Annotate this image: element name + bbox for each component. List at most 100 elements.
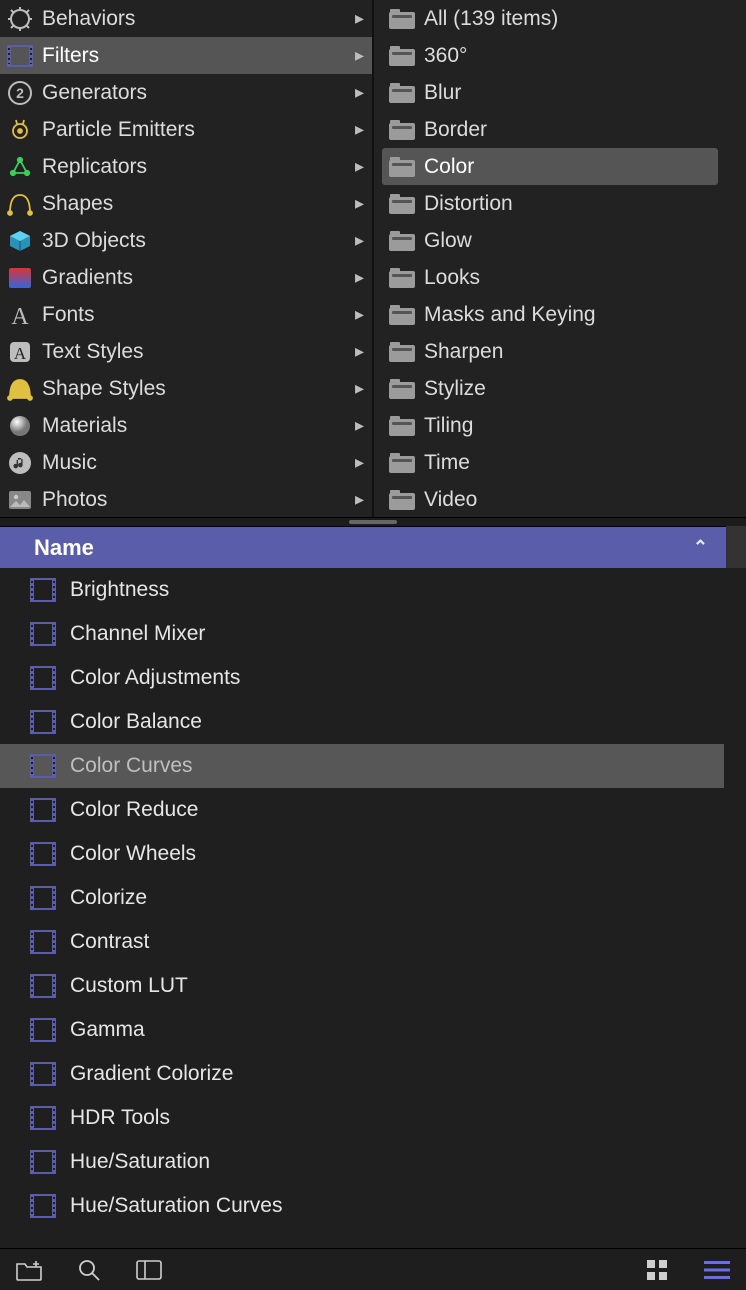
- folder-icon: [386, 449, 418, 477]
- category-label: 3D Objects: [42, 229, 351, 253]
- subcategory-label: Looks: [424, 266, 710, 290]
- category-shapes[interactable]: Shapes▸: [0, 185, 372, 222]
- category-label: Fonts: [42, 303, 351, 327]
- folder-icon: [386, 79, 418, 107]
- materials-icon: [4, 412, 36, 440]
- item-label: Color Curves: [70, 754, 193, 778]
- folder-icon: [386, 42, 418, 70]
- new-folder-button[interactable]: [14, 1255, 44, 1285]
- category-fonts[interactable]: AFonts▸: [0, 296, 372, 333]
- chevron-right-icon: ▸: [355, 119, 364, 140]
- folder-icon: [386, 116, 418, 144]
- category-particle-emitters[interactable]: Particle Emitters▸: [0, 111, 372, 148]
- filters-icon: [4, 42, 36, 70]
- item-hue-saturation[interactable]: Hue/Saturation: [0, 1140, 724, 1184]
- item-gradient-colorize[interactable]: Gradient Colorize: [0, 1052, 724, 1096]
- item-label: HDR Tools: [70, 1106, 170, 1130]
- category-music[interactable]: Music▸: [0, 444, 372, 481]
- 3d-objects-icon: [4, 227, 36, 255]
- chevron-right-icon: ▸: [355, 304, 364, 325]
- subcategory-label: Masks and Keying: [424, 303, 710, 327]
- list-column-header[interactable]: Name ⌃: [0, 526, 726, 568]
- subcategory-masks-keying[interactable]: Masks and Keying: [382, 296, 718, 333]
- grid-view-button[interactable]: [642, 1255, 672, 1285]
- category-label: Text Styles: [42, 340, 351, 364]
- subcategory-label: Sharpen: [424, 340, 710, 364]
- subcategory-distortion[interactable]: Distortion: [382, 185, 718, 222]
- item-color-balance[interactable]: Color Balance: [0, 700, 724, 744]
- category-gradients[interactable]: Gradients▸: [0, 259, 372, 296]
- subcategory-stylize[interactable]: Stylize: [382, 370, 718, 407]
- folder-icon: [386, 190, 418, 218]
- pane-resize-handle[interactable]: [0, 518, 746, 526]
- scrollbar-gutter: [726, 526, 746, 568]
- item-contrast[interactable]: Contrast: [0, 920, 724, 964]
- item-label: Hue/Saturation: [70, 1150, 210, 1174]
- filter-icon: [30, 974, 56, 998]
- item-label: Colorize: [70, 886, 147, 910]
- subcategory-looks[interactable]: Looks: [382, 259, 718, 296]
- category-photos[interactable]: Photos▸: [0, 481, 372, 517]
- subcategory-border[interactable]: Border: [382, 111, 718, 148]
- chevron-right-icon: ▸: [355, 452, 364, 473]
- category-label: Shapes: [42, 192, 351, 216]
- folder-icon: [386, 301, 418, 329]
- item-hue-saturation-curves[interactable]: Hue/Saturation Curves: [0, 1184, 724, 1228]
- category-materials[interactable]: Materials▸: [0, 407, 372, 444]
- replicators-icon: [4, 153, 36, 181]
- subcategory-sharpen[interactable]: Sharpen: [382, 333, 718, 370]
- item-channel-mixer[interactable]: Channel Mixer: [0, 612, 724, 656]
- list-view-button[interactable]: [702, 1255, 732, 1285]
- filter-icon: [30, 754, 56, 778]
- item-brightness[interactable]: Brightness: [0, 568, 724, 612]
- item-label: Channel Mixer: [70, 622, 205, 646]
- search-button[interactable]: [74, 1255, 104, 1285]
- item-gamma[interactable]: Gamma: [0, 1008, 724, 1052]
- subcategory-all[interactable]: All (139 items): [382, 0, 718, 37]
- panel-toggle-button[interactable]: [134, 1255, 164, 1285]
- filter-icon: [30, 710, 56, 734]
- item-label: Gradient Colorize: [70, 1062, 233, 1086]
- folder-icon: [386, 412, 418, 440]
- category-replicators[interactable]: Replicators▸: [0, 148, 372, 185]
- item-colorize[interactable]: Colorize: [0, 876, 724, 920]
- item-color-adjustments[interactable]: Color Adjustments: [0, 656, 724, 700]
- subcategory-video[interactable]: Video: [382, 481, 718, 517]
- item-color-reduce[interactable]: Color Reduce: [0, 788, 724, 832]
- category-filters[interactable]: Filters▸: [0, 37, 372, 74]
- subcategory-color[interactable]: Color: [382, 148, 718, 185]
- music-icon: [4, 449, 36, 477]
- item-color-wheels[interactable]: Color Wheels: [0, 832, 724, 876]
- item-custom-lut[interactable]: Custom LUT: [0, 964, 724, 1008]
- item-color-curves[interactable]: Color Curves: [0, 744, 724, 788]
- category-behaviors[interactable]: Behaviors▸: [0, 0, 372, 37]
- item-label: Contrast: [70, 930, 149, 954]
- subcategory-tiling[interactable]: Tiling: [382, 407, 718, 444]
- category-text-styles[interactable]: AText Styles▸: [0, 333, 372, 370]
- subcategory-glow[interactable]: Glow: [382, 222, 718, 259]
- folder-icon: [386, 264, 418, 292]
- text-styles-icon: A: [4, 338, 36, 366]
- folder-icon: [386, 227, 418, 255]
- shape-styles-icon: [4, 375, 36, 403]
- chevron-right-icon: ▸: [355, 193, 364, 214]
- category-label: Shape Styles: [42, 377, 351, 401]
- filter-icon: [30, 1018, 56, 1042]
- category-label: Generators: [42, 81, 351, 105]
- item-hdr-tools[interactable]: HDR Tools: [0, 1096, 724, 1140]
- category-shape-styles[interactable]: Shape Styles▸: [0, 370, 372, 407]
- filter-icon: [30, 666, 56, 690]
- chevron-right-icon: ▸: [355, 378, 364, 399]
- subcategory-360[interactable]: 360°: [382, 37, 718, 74]
- chevron-right-icon: ▸: [355, 415, 364, 436]
- category-3d-objects[interactable]: 3D Objects▸: [0, 222, 372, 259]
- category-label: Behaviors: [42, 7, 351, 31]
- filter-icon: [30, 1194, 56, 1218]
- item-label: Color Reduce: [70, 798, 198, 822]
- subcategory-time[interactable]: Time: [382, 444, 718, 481]
- subcategory-label: Blur: [424, 81, 710, 105]
- fonts-icon: A: [4, 301, 36, 329]
- subcategory-blur[interactable]: Blur: [382, 74, 718, 111]
- behaviors-icon: [4, 5, 36, 33]
- category-generators[interactable]: 2Generators▸: [0, 74, 372, 111]
